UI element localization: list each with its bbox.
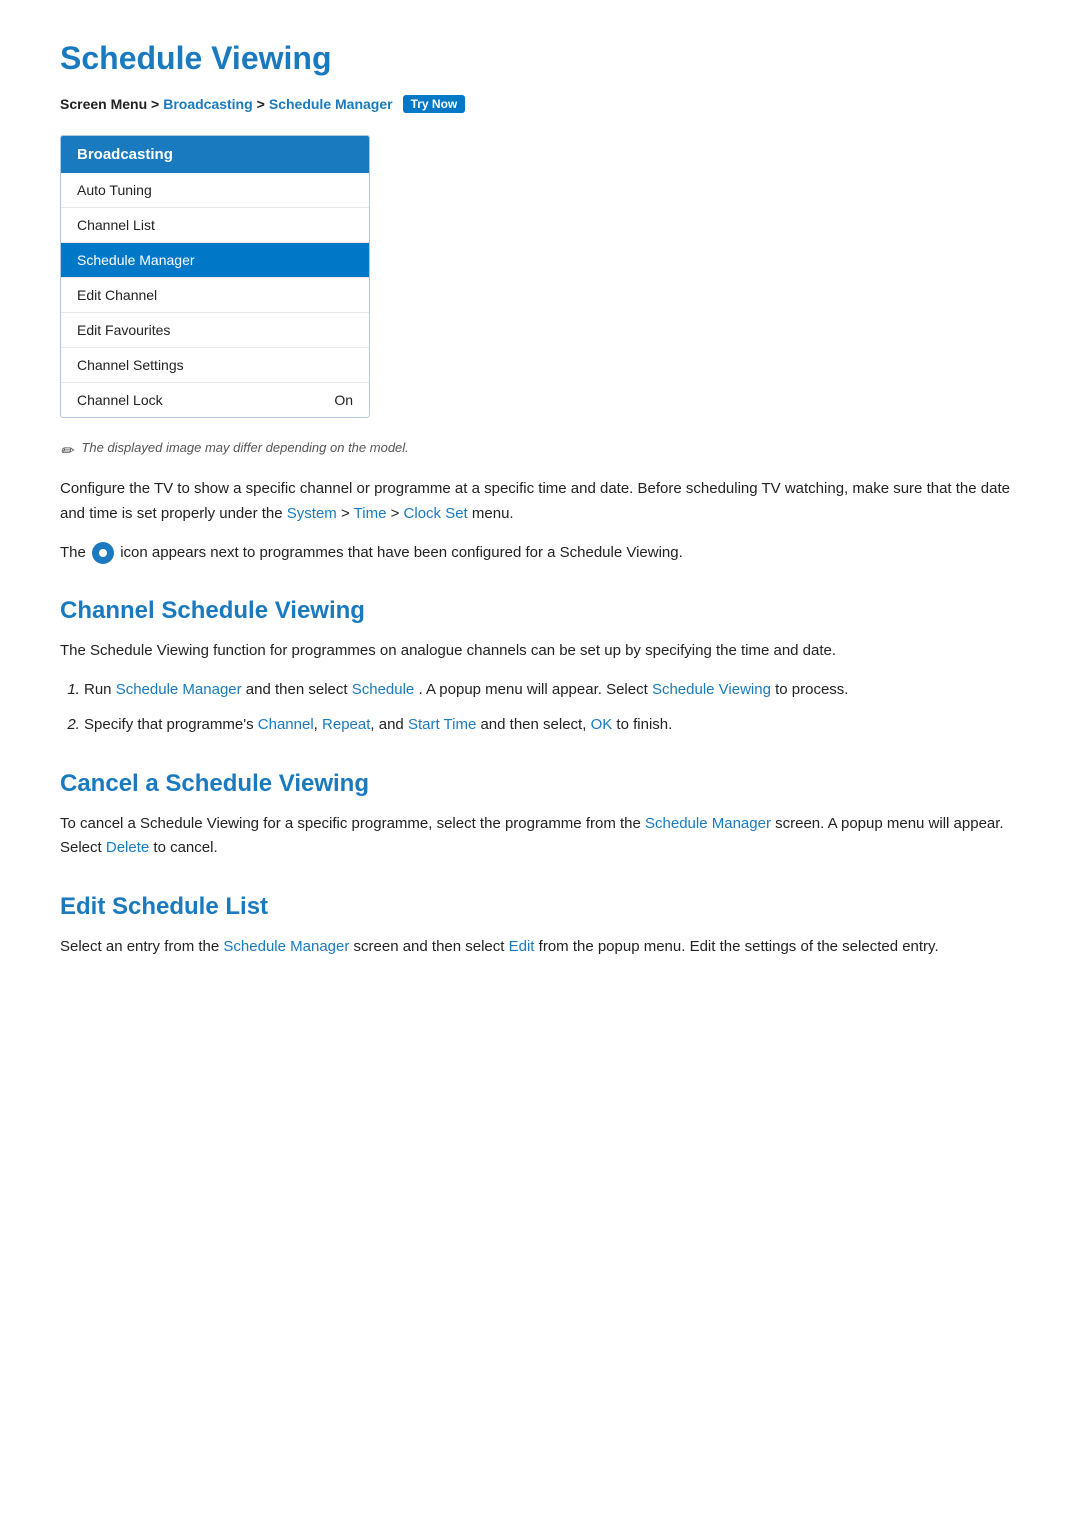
channel-lock-value: On [334,392,353,408]
step1-end: to process. [775,681,848,698]
section2-text-end: to cancel. [153,839,217,856]
pencil-icon: ✏ [60,441,73,461]
menu-item-edit-channel[interactable]: Edit Channel [61,278,369,313]
section2-heading: Cancel a Schedule Viewing [60,770,1020,798]
step2-sep2: , and [370,716,403,733]
step2-prefix: Specify that programme's [84,716,254,733]
menu-item-auto-tuning[interactable]: Auto Tuning [61,173,369,208]
menu-box: Broadcasting Auto Tuning Channel List Sc… [60,135,370,418]
step1-link3[interactable]: Schedule Viewing [652,681,771,698]
breadcrumb-schedule-manager[interactable]: Schedule Manager [269,96,393,112]
step1-mid1: and then select [246,681,348,698]
link-system[interactable]: System [287,505,337,522]
section3-link2[interactable]: Edit [509,938,535,955]
section2-link1[interactable]: Schedule Manager [645,815,771,832]
section2-body: To cancel a Schedule Viewing for a speci… [60,812,1020,862]
menu-item-schedule-manager[interactable]: Schedule Manager [61,243,369,278]
section1-body: The Schedule Viewing function for progra… [60,639,1020,664]
try-now-badge[interactable]: Try Now [403,95,466,113]
menu-item-channel-settings[interactable]: Channel Settings [61,348,369,383]
step2-mid: and then select, [480,716,586,733]
step1-mid2: . A popup menu will appear. Select [418,681,647,698]
menu-header: Broadcasting [61,136,369,173]
intro-sep1: > [341,505,354,522]
section3-link1[interactable]: Schedule Manager [223,938,349,955]
step2-link2[interactable]: Repeat [322,716,370,733]
section1-heading: Channel Schedule Viewing [60,597,1020,625]
step2-link3[interactable]: Start Time [408,716,476,733]
section3-text-mid: screen and then select [354,938,505,955]
step2-link4[interactable]: OK [591,716,613,733]
step2-end: to finish. [616,716,672,733]
intro-text-2b: icon appears next to programmes that hav… [120,544,683,561]
step2-sep1: , [314,716,318,733]
breadcrumb-broadcasting[interactable]: Broadcasting [163,96,252,112]
step-2: Specify that programme's Channel, Repeat… [84,713,1020,738]
menu-item-channel-list[interactable]: Channel List [61,208,369,243]
intro-sep2: > [391,505,404,522]
section3-heading: Edit Schedule List [60,893,1020,921]
section2-text-prefix: To cancel a Schedule Viewing for a speci… [60,815,641,832]
menu-item-channel-lock[interactable]: Channel Lock On [61,383,369,417]
intro-text-end: menu. [472,505,514,522]
section1-steps: Run Schedule Manager and then select Sch… [84,678,1020,738]
link-clock-set[interactable]: Clock Set [404,505,468,522]
breadcrumb-prefix: Screen Menu > [60,96,159,112]
intro-text-2a: The [60,544,86,561]
link-time[interactable]: Time [354,505,387,522]
section3-text-end: from the popup menu. Edit the settings o… [539,938,939,955]
step2-link1[interactable]: Channel [258,716,314,733]
section3-text-prefix: Select an entry from the [60,938,219,955]
breadcrumb-sep1: > [257,96,265,112]
intro-paragraph-2: The icon appears next to programmes that… [60,541,1020,566]
breadcrumb: Screen Menu > Broadcasting > Schedule Ma… [60,95,1020,113]
intro-text-1: Configure the TV to show a specific chan… [60,480,1010,522]
intro-paragraph-1: Configure the TV to show a specific chan… [60,477,1020,527]
step-1: Run Schedule Manager and then select Sch… [84,678,1020,703]
note-row: ✏ The displayed image may differ dependi… [60,440,1020,461]
menu-item-edit-favourites[interactable]: Edit Favourites [61,313,369,348]
note-text: The displayed image may differ depending… [81,440,408,455]
section2-link2[interactable]: Delete [106,839,149,856]
step1-prefix: Run [84,681,112,698]
page-title: Schedule Viewing [60,40,1020,77]
step1-link1[interactable]: Schedule Manager [116,681,242,698]
schedule-viewing-icon [92,542,114,564]
section3-body: Select an entry from the Schedule Manage… [60,935,1020,960]
step1-link2[interactable]: Schedule [352,681,415,698]
